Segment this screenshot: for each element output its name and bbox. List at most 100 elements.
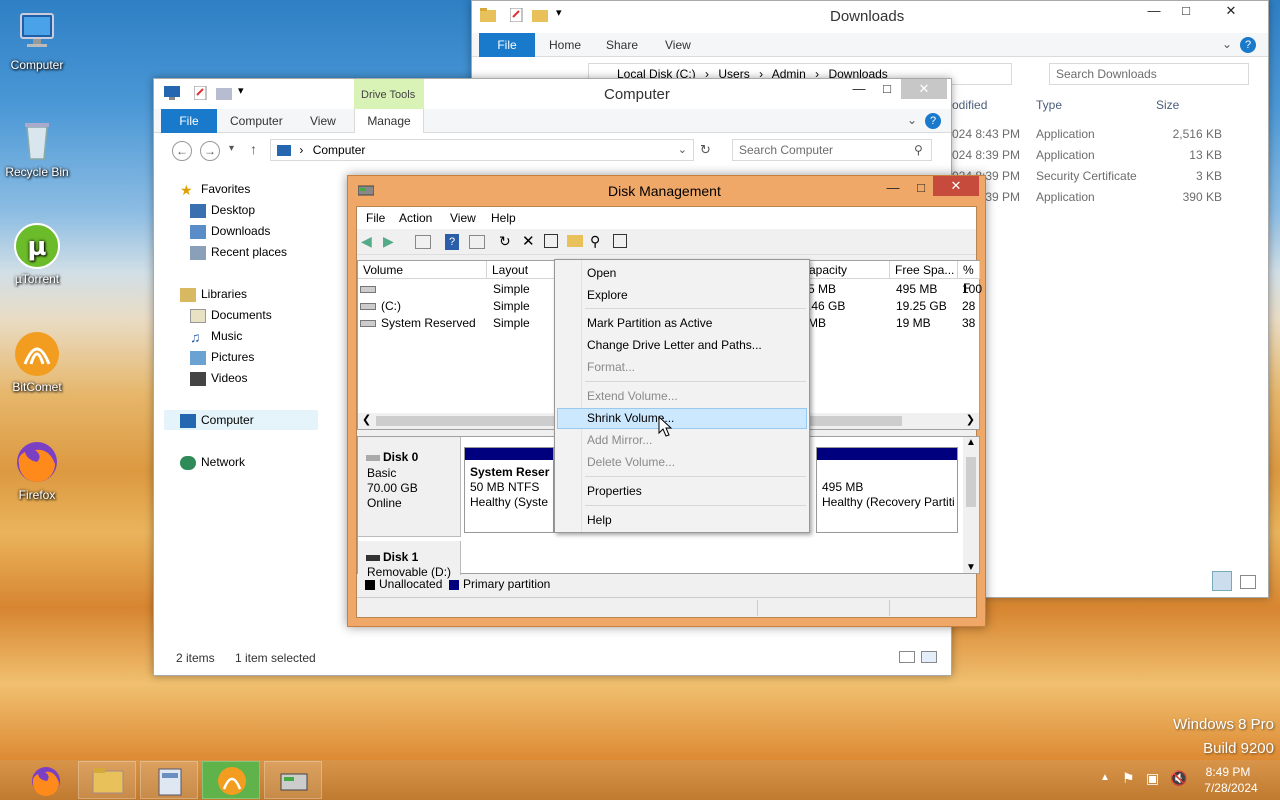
partition-system-reserved[interactable]: System Reser 50 MB NTFS Healthy (Syste [464, 447, 554, 533]
scroll-down-icon[interactable]: ▼ [966, 562, 976, 573]
menu-item-help[interactable]: Help [587, 510, 612, 530]
network-icon[interactable]: ▣ [1146, 770, 1159, 787]
nav-videos[interactable]: Videos [190, 368, 247, 388]
forward-button[interactable]: → [200, 141, 220, 161]
computer-search-input[interactable]: Search Computer [732, 139, 932, 161]
close-button[interactable]: ✕ [1216, 1, 1246, 21]
tab-view[interactable]: View [310, 109, 336, 133]
column-header-volume[interactable]: Volume [358, 261, 487, 279]
tab-home[interactable]: Home [549, 33, 581, 57]
clock-date[interactable]: 7/28/2024 [1200, 781, 1262, 795]
forward-icon[interactable]: ▶ [383, 233, 394, 250]
scrollbar-thumb[interactable] [966, 457, 976, 507]
details-view-icon[interactable] [1212, 571, 1232, 591]
taskbar-bitcomet[interactable] [202, 761, 260, 799]
address-dropdown-icon[interactable]: ⌄ [678, 140, 687, 160]
nav-documents[interactable]: Documents [190, 305, 272, 325]
delete-icon[interactable]: ✕ [522, 232, 535, 250]
column-header-percent-free[interactable]: % F [958, 261, 980, 295]
menu-item-explore[interactable]: Explore [587, 285, 628, 305]
menu-action[interactable]: Action [399, 211, 432, 225]
maximize-button[interactable]: □ [907, 178, 935, 198]
scroll-up-icon[interactable]: ▲ [966, 437, 976, 448]
nav-favorites[interactable]: ★ Favorites [180, 179, 250, 199]
new-folder-icon[interactable] [532, 8, 548, 25]
back-button[interactable]: ← [172, 141, 192, 161]
details-view-icon[interactable] [899, 651, 915, 663]
help-icon[interactable]: ? [1240, 37, 1256, 53]
menu-view[interactable]: View [450, 211, 476, 225]
nav-music[interactable]: ♫ Music [190, 326, 242, 346]
minimize-button[interactable]: — [879, 178, 907, 198]
volume-row[interactable] [360, 281, 381, 298]
menu-item-change-drive-letter[interactable]: Change Drive Letter and Paths... [587, 335, 762, 355]
help-icon[interactable]: ? [925, 113, 941, 129]
nav-network[interactable]: Network [180, 452, 245, 472]
downloads-search-input[interactable]: Search Downloads [1049, 63, 1249, 85]
desktop-icon-computer[interactable]: Computer [0, 8, 74, 72]
volume-row[interactable]: (C:) [360, 298, 401, 315]
column-header-type[interactable]: Type [1036, 97, 1062, 114]
settings-icon[interactable] [613, 234, 627, 248]
tab-file[interactable]: File [161, 109, 217, 133]
properties-icon[interactable] [469, 235, 485, 249]
ribbon-expand-icon[interactable]: ⌄ [1222, 37, 1232, 51]
column-header-modified[interactable]: odified [952, 97, 987, 114]
show-hidden-icons[interactable]: ▲ [1100, 772, 1110, 783]
taskbar-disk-management[interactable] [264, 761, 322, 799]
computer-address-bar[interactable]: › Computer ⌄ [270, 139, 694, 161]
search-icon[interactable]: ⚲ [590, 233, 600, 250]
column-header-free-space[interactable]: Free Spa... [890, 261, 958, 279]
properties-icon[interactable] [509, 7, 524, 25]
taskbar-file-explorer[interactable] [78, 761, 136, 799]
show-hide-tree-icon[interactable] [415, 235, 431, 249]
maximize-button[interactable]: □ [873, 79, 901, 99]
computer-titlebar[interactable]: ▾ Drive Tools Computer — □ ✕ [154, 79, 951, 109]
properties-icon[interactable] [193, 85, 208, 103]
tab-view[interactable]: View [665, 33, 691, 57]
new-folder-icon[interactable] [216, 86, 232, 103]
menu-item-mark-active[interactable]: Mark Partition as Active [587, 313, 712, 333]
taskbar-app[interactable] [140, 761, 198, 799]
qat-dropdown-icon[interactable]: ▾ [238, 84, 244, 97]
maximize-button[interactable]: □ [1172, 1, 1200, 21]
nav-desktop[interactable]: Desktop [190, 200, 255, 220]
disk0-info[interactable]: Disk 0 Basic 70.00 GB Online [358, 437, 461, 537]
back-icon[interactable]: ◀ [361, 233, 372, 250]
help-icon[interactable]: ? [445, 234, 459, 250]
nav-libraries[interactable]: Libraries [180, 284, 247, 304]
disk1-info[interactable]: Disk 1 Removable (D:) [358, 541, 461, 579]
clock-time[interactable]: 8:49 PM [1200, 765, 1256, 779]
refresh-icon[interactable]: ↻ [499, 233, 511, 250]
nav-computer[interactable]: Computer [164, 410, 318, 430]
partition-recovery[interactable]: 495 MB Healthy (Recovery Partiti [816, 447, 958, 533]
nav-downloads[interactable]: Downloads [190, 221, 270, 241]
volume-muted-icon[interactable]: 🔇 [1170, 770, 1187, 787]
tab-manage[interactable]: Manage [354, 109, 424, 133]
desktop-icon-bitcomet[interactable]: BitComet [0, 330, 74, 394]
column-header-layout[interactable]: Layout [487, 261, 555, 279]
menu-help[interactable]: Help [491, 211, 516, 225]
close-button[interactable]: ✕ [901, 79, 947, 99]
scroll-right-icon[interactable]: ❯ [966, 413, 975, 426]
refresh-icon[interactable]: ↻ [700, 142, 711, 158]
large-icons-view-icon[interactable] [1240, 575, 1256, 589]
desktop-icon-recycle-bin[interactable]: Recycle Bin [0, 115, 74, 179]
menu-file[interactable]: File [366, 211, 385, 225]
close-button[interactable]: ✕ [933, 176, 979, 196]
menu-item-open[interactable]: Open [587, 263, 616, 283]
action-center-flag-icon[interactable]: ⚑ [1122, 770, 1135, 787]
menu-item-properties[interactable]: Properties [587, 481, 642, 501]
tab-file[interactable]: File [479, 33, 535, 57]
nav-recent-places[interactable]: Recent places [190, 242, 287, 262]
up-button[interactable]: ↑ [250, 141, 257, 157]
tab-computer[interactable]: Computer [230, 109, 283, 133]
column-header-size[interactable]: Size [1156, 97, 1179, 114]
check-icon[interactable] [544, 234, 558, 248]
column-header-capacity[interactable]: apacity [804, 261, 890, 279]
downloads-titlebar[interactable]: ▾ Downloads — □ ✕ [472, 1, 1268, 31]
minimize-button[interactable]: — [1140, 1, 1168, 21]
vertical-scrollbar[interactable]: ▲ ▼ [963, 437, 979, 573]
desktop-icon-firefox[interactable]: Firefox [0, 438, 74, 502]
large-icons-view-icon[interactable] [921, 651, 937, 663]
